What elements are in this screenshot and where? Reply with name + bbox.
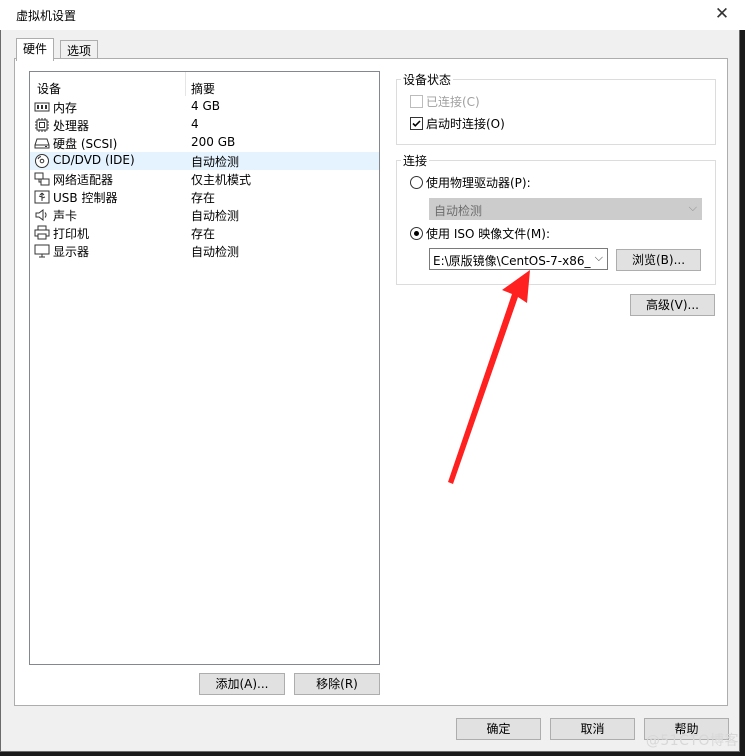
device-row-network-adapter[interactable]: 网络适配器 仅主机模式 <box>30 170 379 188</box>
device-name: 打印机 <box>53 227 90 241</box>
physical-drive-value: 自动检测 <box>434 204 483 218</box>
device-row-cd-dvd[interactable]: CD/DVD (IDE) 自动检测 <box>30 152 379 170</box>
device-summary: 4 GB <box>191 99 220 113</box>
device-summary: 4 <box>191 117 199 131</box>
connected-label: 已连接(C) <box>426 95 480 109</box>
cancel-button[interactable]: 取消 <box>550 718 635 740</box>
device-name: 硬盘 (SCSI) <box>53 137 118 151</box>
physical-drive-radio[interactable] <box>410 176 423 189</box>
device-name: 内存 <box>53 101 78 115</box>
device-summary: 200 GB <box>191 135 236 149</box>
network-adapter-icon <box>34 171 50 187</box>
monitor-icon <box>34 243 50 259</box>
device-summary: 自动检测 <box>191 245 240 259</box>
tab-hardware[interactable]: 硬件 <box>16 38 55 61</box>
usb-icon <box>34 189 50 205</box>
physical-drive-select[interactable]: 自动检测 ⌵ <box>429 198 702 220</box>
printer-icon <box>34 225 50 241</box>
device-list[interactable]: 设备 摘要 内存 4 GB 处理器 4 硬盘 (SCSI) 200 GB CD/… <box>29 71 380 665</box>
memory-icon <box>34 99 50 115</box>
device-row-memory[interactable]: 内存 4 GB <box>30 98 379 116</box>
device-summary: 自动检测 <box>191 209 240 223</box>
device-row-hard-disk[interactable]: 硬盘 (SCSI) 200 GB <box>30 134 379 152</box>
column-separator[interactable] <box>185 72 186 96</box>
add-button[interactable]: 添加(A)... <box>199 673 285 695</box>
advanced-button[interactable]: 高级(V)... <box>630 294 715 316</box>
chevron-down-icon: ⌵ <box>592 251 603 265</box>
connected-checkbox[interactable] <box>410 95 423 108</box>
device-name: 处理器 <box>53 119 90 133</box>
device-summary: 存在 <box>191 227 216 241</box>
device-name: 显示器 <box>53 245 90 259</box>
device-name: 声卡 <box>53 209 78 223</box>
device-name: CD/DVD (IDE) <box>53 153 135 167</box>
chevron-down-icon: ⌵ <box>688 201 697 214</box>
device-row-processor[interactable]: 处理器 4 <box>30 116 379 134</box>
device-summary: 自动检测 <box>191 155 240 169</box>
radio-dot-icon <box>414 231 419 236</box>
device-row-printer[interactable]: 打印机 存在 <box>30 224 379 242</box>
iso-image-radio[interactable] <box>410 227 423 240</box>
annotation-arrow <box>448 270 530 484</box>
column-header-summary[interactable]: 摘要 <box>191 80 215 97</box>
device-summary: 存在 <box>191 191 216 205</box>
device-name: USB 控制器 <box>53 191 118 205</box>
ok-button[interactable]: 确定 <box>456 718 541 740</box>
remove-button[interactable]: 移除(R) <box>294 673 380 695</box>
window-title: 虚拟机设置 <box>16 9 77 23</box>
iso-image-label: 使用 ISO 映像文件(M): <box>426 227 550 241</box>
device-row-usb-controller[interactable]: USB 控制器 存在 <box>30 188 379 206</box>
checkmark-icon <box>412 120 421 127</box>
connection-title: 连接 <box>401 152 430 169</box>
iso-path-value: E:\原版镜像\CentOS-7-x86_ <box>433 254 591 268</box>
iso-path-select[interactable]: E:\原版镜像\CentOS-7-x86_ ⌵ <box>429 248 608 270</box>
cpu-icon <box>34 117 50 133</box>
device-summary: 仅主机模式 <box>191 173 252 187</box>
physical-drive-label: 使用物理驱动器(P): <box>426 176 531 190</box>
device-status-title: 设备状态 <box>401 71 454 88</box>
device-name: 网络适配器 <box>53 173 114 187</box>
browse-button[interactable]: 浏览(B)... <box>616 249 701 271</box>
cd-dvd-icon <box>34 153 50 169</box>
watermark: @51CTO博客 <box>645 733 739 749</box>
title-bar <box>0 0 745 30</box>
column-header-device[interactable]: 设备 <box>37 80 61 97</box>
device-status-group <box>396 79 716 145</box>
connect-at-power-on-label: 启动时连接(O) <box>426 117 505 131</box>
hard-disk-icon <box>34 135 50 151</box>
device-row-sound-card[interactable]: 声卡 自动检测 <box>30 206 379 224</box>
device-row-display[interactable]: 显示器 自动检测 <box>30 242 379 260</box>
connect-at-power-on-checkbox[interactable] <box>410 117 423 130</box>
close-icon[interactable]: ✕ <box>712 4 732 24</box>
speaker-icon <box>34 207 50 223</box>
